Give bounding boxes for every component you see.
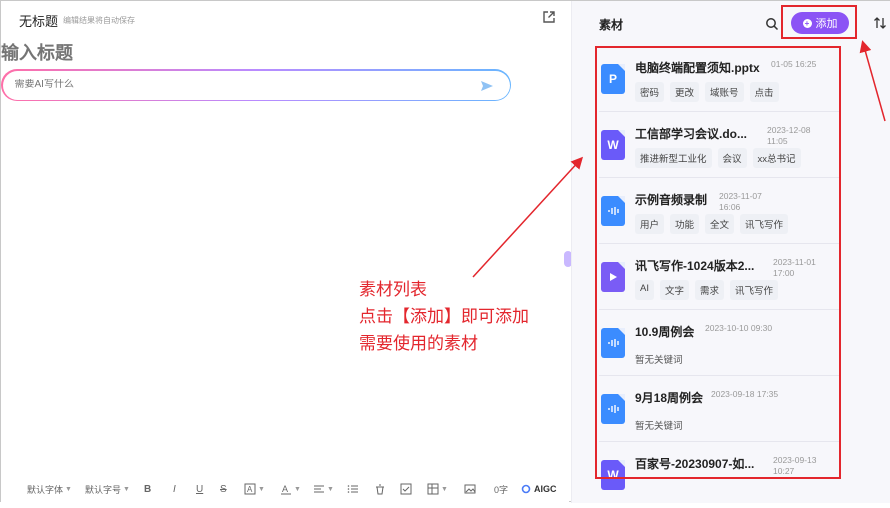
bold-button[interactable]: B	[144, 479, 151, 499]
underline-button[interactable]: U	[196, 479, 203, 499]
aigc-button[interactable]: AIGC	[521, 479, 557, 499]
annotation-box-add	[781, 5, 857, 39]
list-icon[interactable]	[347, 479, 359, 499]
italic-button[interactable]: I	[173, 479, 176, 499]
font-color-icon[interactable]: A ▼	[280, 479, 301, 499]
share-icon[interactable]	[542, 10, 556, 24]
search-icon[interactable]	[765, 17, 779, 31]
clear-format-icon[interactable]	[374, 479, 386, 499]
format-toolbar: 默认字体 ▼ 默认字号 ▼ B I U S A ▼ A ▼ ▼ ▼ 0字 AIGC	[1, 479, 569, 499]
doc-title[interactable]: 无标题	[19, 11, 58, 30]
svg-text:A: A	[247, 485, 253, 494]
send-icon[interactable]	[480, 79, 494, 93]
app-window: 无标题 编辑结果将自动保存 默认字体▼ 默认字号▼ B I U S A▼ A▼ …	[0, 0, 890, 503]
annotation-text: 素材列表 点击【添加】即可添加 需要使用的素材	[359, 280, 529, 353]
autosave-hint: 编辑结果将自动保存	[63, 16, 135, 25]
image-icon[interactable]	[464, 479, 476, 499]
annotation-box-list	[595, 46, 841, 479]
table-icon[interactable]: ▼	[427, 479, 448, 499]
aigc-label: AIGC	[534, 484, 557, 494]
ai-prompt-input[interactable]	[14, 78, 455, 90]
editor-area: 无标题 编辑结果将自动保存 默认字体▼ 默认字号▼ B I U S A▼ A▼ …	[1, 1, 569, 503]
svg-text:A: A	[282, 484, 288, 494]
align-icon[interactable]: ▼	[313, 479, 334, 499]
font-size-label: 默认字号	[85, 484, 122, 495]
font-family-label: 默认字体	[27, 484, 64, 495]
title-input[interactable]	[1, 43, 301, 64]
checkbox-icon[interactable]	[400, 479, 412, 499]
strikethrough-button[interactable]: S	[220, 479, 227, 499]
aigc-icon	[521, 484, 531, 494]
word-count: 0字	[494, 484, 509, 495]
font-family-select[interactable]: 默认字体 ▼	[27, 479, 72, 499]
panel-title: 素材	[599, 18, 624, 32]
highlight-color-icon[interactable]: A ▼	[244, 479, 265, 499]
ai-prompt-box[interactable]	[1, 69, 511, 101]
sort-icon[interactable]	[873, 16, 887, 30]
font-size-select[interactable]: 默认字号 ▼	[85, 479, 130, 499]
